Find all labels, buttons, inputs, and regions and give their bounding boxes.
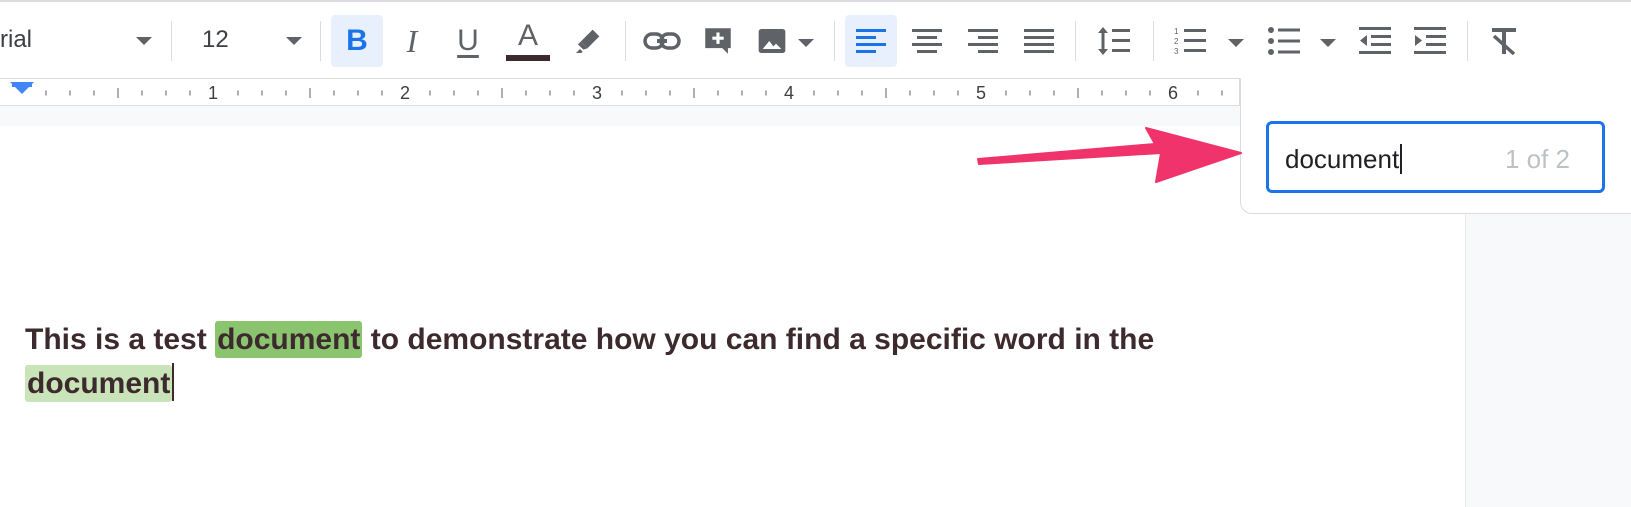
document-text: to demonstrate how you can find a specif… [362,323,1155,356]
increase-indent-button[interactable] [1404,15,1456,67]
highlight-color-button[interactable] [562,15,614,67]
svg-text:2: 2 [1174,37,1179,46]
highlighter-pen-icon [576,29,600,53]
svg-text:3: 3 [1174,47,1179,56]
match-count: 1 of 2 [1504,144,1570,174]
ruler-ticks [45,88,1223,98]
toolbar-divider [1075,21,1076,61]
toolbar-divider [320,21,321,61]
ruler-number: 6 [1168,83,1179,103]
justify-button[interactable] [1013,15,1065,67]
page-side-margin [1465,210,1631,507]
find-input[interactable]: document 1 of 2 [1266,121,1605,193]
italic-button[interactable]: I [386,15,438,67]
ruler-number: 4 [784,83,795,103]
text-cursor [172,363,175,401]
bulleted-list-icon [1268,27,1300,55]
numbered-list-icon: 123 [1174,27,1206,56]
current-search-match: document [215,321,363,358]
justify-icon [1024,29,1054,53]
italic-icon: I [406,22,418,59]
font-size-chevron-down-icon[interactable] [286,37,302,45]
add-comment-icon [705,28,731,54]
text-color-button[interactable]: A [500,15,556,67]
decrease-indent-button[interactable] [1349,15,1401,67]
align-right-icon [968,29,998,53]
align-left-button[interactable] [845,15,897,67]
image-chevron-down-icon[interactable] [798,39,814,47]
align-left-icon [856,29,886,53]
bulleted-list-button[interactable] [1258,15,1310,67]
image-icon [758,29,786,53]
toolbar-divider [1467,21,1468,61]
search-match: document [25,365,173,402]
text-color-swatch [506,55,550,61]
font-size-select[interactable]: 12 [202,26,229,54]
document-text: This is a test [25,323,216,356]
font-family-select[interactable]: rial [0,26,32,54]
insert-link-button[interactable] [636,15,688,67]
bold-button[interactable]: B [331,15,383,67]
ruler-number: 5 [976,83,987,103]
ruler-number: 3 [592,83,603,103]
line-spacing-icon [1098,27,1130,55]
toolbar-divider [625,21,626,61]
first-line-indent-marker[interactable] [12,83,32,87]
input-caret [1400,144,1403,174]
ruler-number: 2 [400,83,411,103]
docs-editor-window: rial 12 B I U A 1 2 3 1 2 3 4 5 6 docume… [0,0,1631,507]
bulleted-list-chevron-down-icon[interactable] [1320,39,1336,47]
text-color-icon: A [517,19,538,52]
bold-icon: B [346,24,368,57]
clear-formatting-button[interactable] [1478,15,1530,67]
find-input-value: document [1285,144,1403,175]
align-center-icon [912,29,942,53]
underline-button[interactable]: U [442,15,494,67]
increase-indent-icon [1414,27,1446,54]
decrease-indent-icon [1359,27,1391,54]
clear-formatting-icon [1492,28,1516,56]
font-family-chevron-down-icon[interactable] [136,37,152,45]
align-right-button[interactable] [957,15,1009,67]
document-body[interactable]: This is a test document to demonstrate h… [25,318,1305,406]
toolbar-divider [171,21,172,61]
numbered-list-button[interactable]: 123 [1164,15,1216,67]
align-center-button[interactable] [901,15,953,67]
numbered-list-chevron-down-icon[interactable] [1228,39,1244,47]
line-spacing-button[interactable] [1088,15,1140,67]
pointer-arrow-icon [977,127,1242,183]
toolbar-divider [834,21,835,61]
insert-comment-button[interactable] [692,15,744,67]
svg-text:1: 1 [1174,27,1179,36]
horizontal-ruler[interactable]: 1 2 3 4 5 6 [0,78,1240,106]
underline-icon: U [457,24,479,57]
ruler-number: 1 [208,83,219,103]
toolbar-divider [1153,21,1154,61]
link-icon [643,32,681,50]
formatting-toolbar: rial 12 B I U A 1 2 3 [0,2,1631,76]
